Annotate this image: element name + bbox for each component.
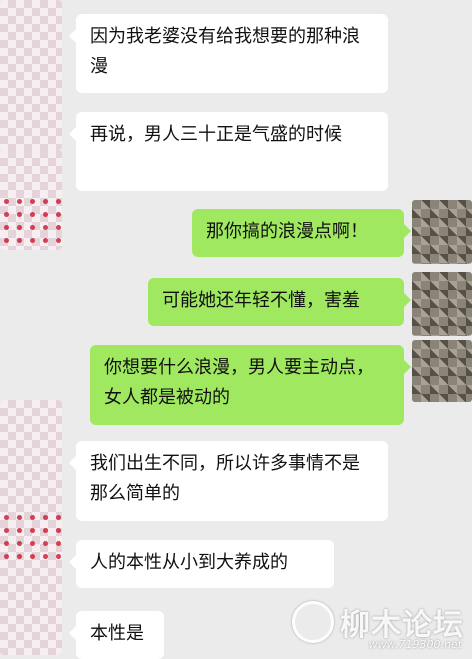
- message-bubble-received[interactable]: 人的本性从小到大养成的: [69, 540, 334, 588]
- forum-watermark: 柳木论坛 www.719300.net: [292, 600, 464, 651]
- message-bubble-received[interactable]: 我们出生不同，所以许多事情不是那么简单的: [69, 441, 388, 521]
- message-bubble-sent[interactable]: 那你搞的浪漫点啊！: [192, 209, 411, 257]
- user-avatar[interactable]: [412, 200, 472, 264]
- user-avatar[interactable]: [412, 340, 472, 402]
- user-avatar[interactable]: [412, 272, 472, 336]
- forum-logo-icon: [292, 601, 334, 643]
- contact-avatar[interactable]: [0, 150, 62, 250]
- message-bubble-sent[interactable]: 你想要什么浪漫，男人要主动点，女人都是被动的: [90, 345, 411, 425]
- message-bubble-received[interactable]: 再说，男人三十正是气盛的时候: [69, 112, 388, 191]
- message-bubble-sent[interactable]: 可能她还年轻不懂，害羞: [148, 278, 411, 326]
- message-bubble-received[interactable]: 本性是: [69, 611, 164, 659]
- contact-avatar[interactable]: [0, 470, 62, 560]
- contact-avatar[interactable]: [0, 0, 62, 150]
- message-bubble-received[interactable]: 因为我老婆没有给我想要的那种浪漫: [69, 14, 388, 93]
